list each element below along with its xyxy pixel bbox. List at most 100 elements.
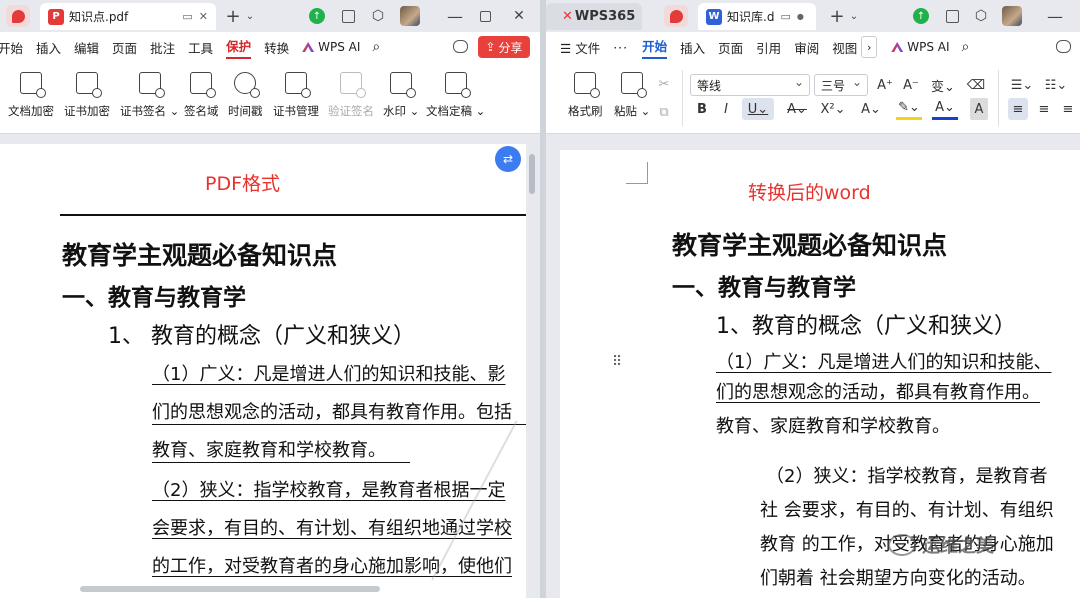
certificate-encrypt-button[interactable]: 证书加密 xyxy=(64,72,110,119)
word-document-tab[interactable]: W 知识库.d ▭ ● xyxy=(698,3,816,30)
phonetic-icon[interactable]: 变⌄ xyxy=(930,74,956,96)
menu-file[interactable]: ☰ 文件 xyxy=(560,38,600,57)
wps-ai-button[interactable]: WPS AI xyxy=(302,40,360,54)
underline-button[interactable]: U⌄ xyxy=(742,98,774,120)
pdf-document-tab[interactable]: P 知识点.pdf ▭ ✕ xyxy=(40,3,216,30)
font-color-button[interactable]: A⌄ xyxy=(932,98,958,120)
copy-icon[interactable]: ⧉ xyxy=(656,102,672,122)
vertical-scrollbar[interactable] xyxy=(529,154,535,194)
strikethrough-button[interactable]: A⌄ xyxy=(784,98,810,120)
menu-page[interactable]: 页面 xyxy=(718,38,743,57)
grow-font-icon[interactable]: A⁺ xyxy=(876,74,894,96)
encrypt-document-button[interactable]: 文档加密 xyxy=(8,72,54,119)
finalize-doc-icon xyxy=(444,72,471,98)
menu-insert[interactable]: 插入 xyxy=(680,38,705,57)
timestamp-button[interactable]: 时间戳 xyxy=(228,72,263,119)
align-left-icon[interactable]: ≡ xyxy=(1008,98,1028,120)
menu-view[interactable]: 视图 xyxy=(832,38,857,57)
wps-logo-icon[interactable] xyxy=(664,5,688,27)
align-center-icon[interactable]: ≡ xyxy=(1034,98,1054,120)
highlight-button[interactable]: ✎⌄ xyxy=(896,98,922,120)
certificate-sign-button[interactable]: 证书签名 ⌄ xyxy=(120,72,179,119)
underline xyxy=(152,462,410,463)
chat-icon[interactable] xyxy=(453,40,468,53)
close-tab-icon[interactable]: ✕ xyxy=(199,10,208,23)
share-button[interactable]: ⇪ 分享 xyxy=(478,36,530,58)
share-icon: ⇪ xyxy=(485,40,496,54)
finalize-document-button[interactable]: 文档定稿 ⌄ xyxy=(426,72,485,119)
search-icon[interactable]: ⌕ xyxy=(372,39,380,55)
signature-field-button[interactable]: 签名域 xyxy=(184,72,219,119)
menu-comment[interactable]: 批注 xyxy=(150,38,175,57)
convert-float-icon[interactable]: ⇄ xyxy=(495,146,521,172)
shrink-font-icon[interactable]: A⁻ xyxy=(902,74,920,96)
eraser-icon[interactable]: ⌫ xyxy=(966,74,986,96)
pdf-tab-bar: P 知识点.pdf ▭ ✕ + ⌄ ↑ ⬡ — ✕ xyxy=(0,0,540,32)
search-icon[interactable]: ⌕ xyxy=(962,39,970,55)
chat-icon[interactable] xyxy=(1056,40,1071,53)
maximize-icon[interactable] xyxy=(478,6,492,26)
menu-tools[interactable]: 工具 xyxy=(188,38,213,57)
new-tab-icon[interactable]: + xyxy=(224,6,242,27)
layout-icon[interactable] xyxy=(944,6,960,26)
minimize-icon[interactable]: — xyxy=(1047,6,1063,26)
section-heading: 一、教育与教育学 xyxy=(62,285,246,311)
wps-ai-button[interactable]: WPS AI xyxy=(891,40,950,54)
hamburger-icon: ☰ xyxy=(560,40,576,56)
menu-start[interactable]: 开始 xyxy=(642,36,668,59)
menu-edit[interactable]: 编辑 xyxy=(74,38,99,57)
screen-icon[interactable]: ▭ xyxy=(182,10,192,23)
cube-icon[interactable]: ⬡ xyxy=(370,6,386,26)
pdf-format-annotation: PDF格式 xyxy=(205,173,281,195)
watermark-button[interactable]: 水印 ⌄ xyxy=(383,72,419,119)
bullet-list-icon[interactable]: ☰⌄ xyxy=(1008,74,1036,96)
font-name-select[interactable]: 等线 xyxy=(690,74,810,96)
certificate-manage-button[interactable]: 证书管理 xyxy=(273,72,319,119)
close-window-icon[interactable]: ✕ xyxy=(512,6,526,26)
more-icon[interactable]: ··· xyxy=(613,40,628,55)
header-rule xyxy=(60,214,526,216)
word-home-ribbon: 格式刷 粘贴 ⌄ ✂ ⧉ 等线 三号 A⁺ A⁻ 变⌄ ⌫ B I U⌄ A⌄ … xyxy=(546,62,1080,134)
italic-button[interactable]: I xyxy=(718,98,734,120)
format-painter-button[interactable]: 格式刷 xyxy=(568,72,603,119)
avatar[interactable] xyxy=(400,6,420,26)
menu-review[interactable]: 审阅 xyxy=(794,38,819,57)
text-effect-button[interactable]: A⌄ xyxy=(858,98,884,120)
chevron-down-icon[interactable]: ⌄ xyxy=(244,6,256,26)
chevron-down-icon[interactable]: ⌄ xyxy=(848,6,860,26)
verify-signature-button[interactable]: 验证签名 xyxy=(328,72,374,119)
avatar[interactable] xyxy=(1002,6,1022,26)
minimize-icon[interactable]: — xyxy=(447,6,463,26)
menu-reference[interactable]: 引用 xyxy=(756,38,781,57)
upload-icon[interactable]: ↑ xyxy=(309,6,325,26)
char-shading-button[interactable]: A xyxy=(970,98,988,120)
new-tab-icon[interactable]: + xyxy=(828,6,846,27)
menu-start[interactable]: 开始 xyxy=(0,38,23,57)
layout-icon[interactable] xyxy=(340,6,356,26)
wps365-tab[interactable]: ✕ WPS365 xyxy=(546,3,642,30)
chevron-right-icon[interactable]: › xyxy=(861,36,878,58)
numbered-list-icon[interactable]: ☷⌄ xyxy=(1042,74,1070,96)
bold-button[interactable]: B xyxy=(694,98,710,120)
pdf-file-icon: P xyxy=(48,8,64,25)
screen-icon[interactable]: ▭ xyxy=(780,10,790,23)
upload-icon[interactable]: ↑ xyxy=(913,6,929,26)
word-tab-title: 知识库.d xyxy=(727,10,775,24)
horizontal-scrollbar[interactable] xyxy=(80,586,380,592)
wps-ai-icon xyxy=(891,42,904,52)
paste-button[interactable]: 粘贴 ⌄ xyxy=(614,72,650,119)
align-right-icon[interactable]: ≡ xyxy=(1058,98,1078,120)
drag-handle-icon[interactable]: ⠿ xyxy=(612,354,622,370)
menu-convert[interactable]: 转换 xyxy=(264,38,289,57)
ribbon-separator xyxy=(682,70,683,126)
ribbon-separator xyxy=(998,70,999,126)
superscript-button[interactable]: X²⌄ xyxy=(820,98,846,120)
font-size-select[interactable]: 三号 xyxy=(814,74,868,96)
menu-protect[interactable]: 保护 xyxy=(226,36,252,59)
pdf-window: P 知识点.pdf ▭ ✕ + ⌄ ↑ ⬡ — ✕ 开始 插入 编辑 页面 批注… xyxy=(0,0,540,598)
menu-page[interactable]: 页面 xyxy=(112,38,137,57)
cube-icon[interactable]: ⬡ xyxy=(973,6,989,26)
wps-logo-icon[interactable] xyxy=(6,5,30,27)
menu-insert[interactable]: 插入 xyxy=(36,38,61,57)
cut-icon[interactable]: ✂ xyxy=(656,74,672,94)
